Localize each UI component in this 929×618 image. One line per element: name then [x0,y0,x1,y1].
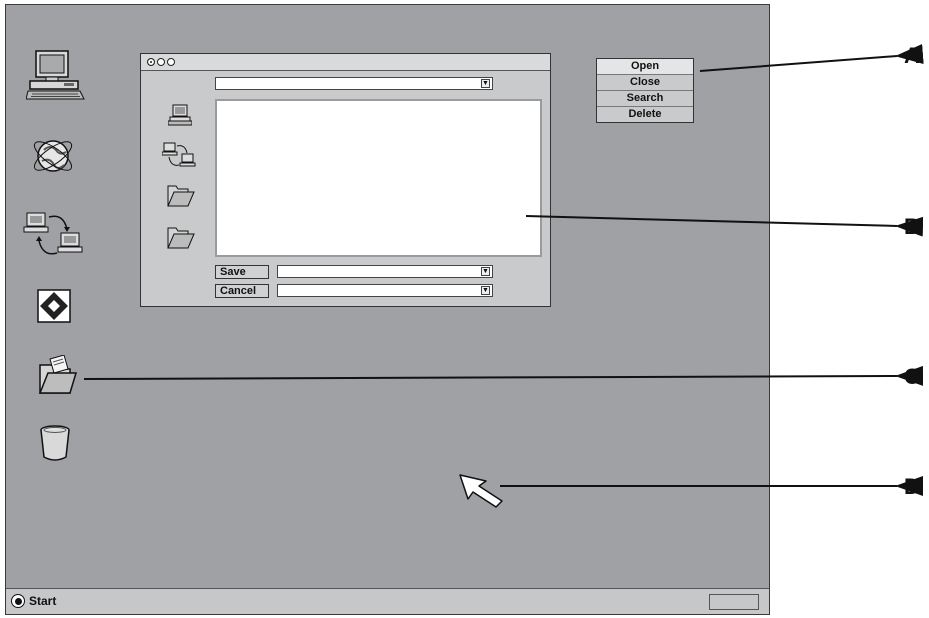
location-dropdown[interactable]: ▼ [215,77,493,90]
filetype-dropdown[interactable]: ▼ [277,284,493,297]
menu-item-close[interactable]: Close [597,75,693,91]
filename-dropdown[interactable]: ▼ [277,265,493,278]
trash-icon[interactable] [38,423,72,468]
context-menu: Open Close Search Delete [596,58,694,123]
save-button[interactable]: Save [215,265,269,279]
chevron-down-icon[interactable]: ▼ [481,267,490,276]
network-computers-icon[interactable] [161,142,196,173]
chevron-down-icon[interactable]: ▼ [481,79,490,88]
globe-network-icon[interactable] [30,133,76,184]
system-tray[interactable] [709,594,759,610]
zoom-window-button[interactable] [167,58,175,66]
callout-label-c: C [904,364,920,389]
callout-label-b: B [904,214,920,239]
diamond-icon[interactable] [37,289,71,328]
start-button[interactable]: Start [11,592,56,610]
minimize-window-button[interactable] [157,58,165,66]
computer-icon[interactable] [167,104,193,131]
network-computers-icon[interactable] [23,209,83,264]
menu-item-open[interactable]: Open [597,59,693,75]
close-window-button[interactable] [147,58,155,66]
title-bar[interactable] [141,54,550,71]
desktop-screen: ▼ Save ▼ Cancel ▼ Open Close Search Dele… [5,4,770,615]
folder-icon[interactable] [166,182,196,213]
cancel-button[interactable]: Cancel [215,284,269,298]
computer-icon[interactable] [25,49,86,106]
callout-label-a: A [904,43,920,68]
start-icon [11,594,25,608]
file-dialog-window: ▼ Save ▼ Cancel ▼ [140,53,551,307]
mouse-pointer-icon [458,473,508,514]
open-folder-icon[interactable] [36,354,80,402]
start-label: Start [29,594,57,608]
file-list-area[interactable] [215,99,542,257]
menu-item-delete[interactable]: Delete [597,107,693,122]
chevron-down-icon[interactable]: ▼ [481,286,490,295]
folder-icon[interactable] [166,224,196,255]
callout-label-d: D [904,474,920,499]
taskbar: Start [6,588,769,614]
menu-item-search[interactable]: Search [597,91,693,107]
